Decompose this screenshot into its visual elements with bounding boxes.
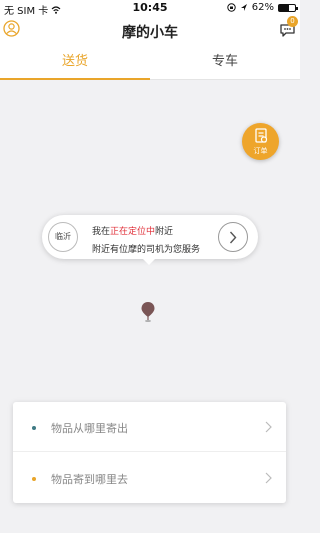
location-suffix: 附近 <box>155 227 174 237</box>
pickup-address-row[interactable]: 物品从哪里寄出 <box>13 402 286 452</box>
city-button[interactable]: 临沂 <box>48 222 78 252</box>
pickup-placeholder: 物品从哪里寄出 <box>51 422 128 435</box>
battery-icon <box>278 3 298 12</box>
orders-icon <box>254 128 267 143</box>
app-header: 摩的小车 0 <box>0 16 300 46</box>
battery-percent: 62% <box>251 2 274 13</box>
location-arrow-icon <box>240 4 247 11</box>
driver-availability: 附近有位摩的司机为您服务 <box>92 245 201 255</box>
status-bar: 无 SIM 卡 10:45 62% <box>0 0 300 17</box>
address-card: 物品从哪里寄出 物品寄到哪里去 <box>13 402 286 503</box>
confirm-location-button[interactable] <box>218 222 248 252</box>
message-badge: 0 <box>287 16 298 27</box>
chevron-right-icon <box>265 472 272 484</box>
page-title: 摩的小车 <box>122 25 178 41</box>
pickup-dot <box>32 426 36 430</box>
map-pin-icon <box>141 302 155 322</box>
service-tabs: 送货 专车 <box>0 46 300 80</box>
battery-fill <box>279 4 289 11</box>
lock-rotation-icon <box>227 3 236 12</box>
tab-delivery[interactable]: 送货 <box>0 46 150 80</box>
location-status: 我在正在定位中附近 <box>92 224 173 237</box>
dropoff-address-row[interactable]: 物品寄到哪里去 <box>13 453 286 503</box>
orders-button[interactable]: 订单 <box>242 123 279 160</box>
tab-private-car[interactable]: 专车 <box>150 46 300 79</box>
dropoff-dot <box>32 477 36 481</box>
status-right: 62% <box>227 2 298 13</box>
chevron-right-icon <box>265 421 272 433</box>
location-prefix: 我在 <box>92 227 111 237</box>
orders-label: 订单 <box>253 147 268 155</box>
dropoff-placeholder: 物品寄到哪里去 <box>51 473 128 486</box>
location-bubble: 临沂 我在正在定位中附近 附近有位摩的司机为您服务 <box>42 215 258 265</box>
location-highlight: 正在定位中 <box>110 227 156 237</box>
chevron-right-icon <box>229 231 237 244</box>
